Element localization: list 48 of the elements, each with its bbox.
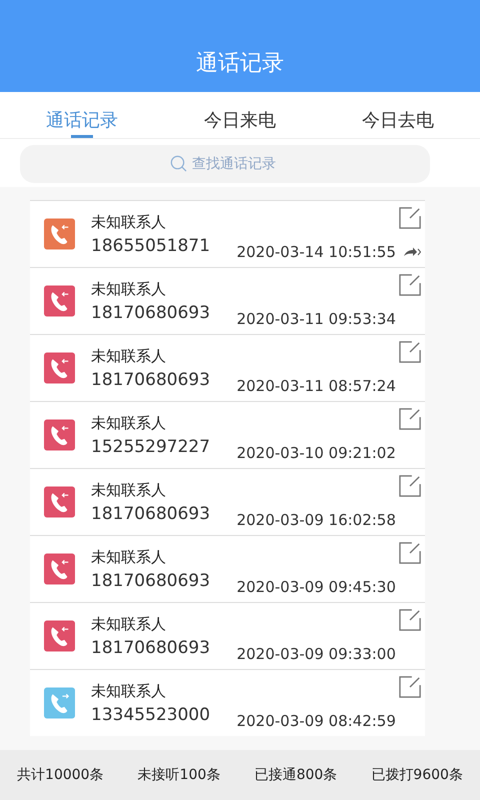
contact-name: 未知联系人 — [91, 212, 168, 232]
tab[interactable]: 今日去电 — [362, 92, 434, 138]
call-time: 2020-03-11 09:53:34 — [236, 310, 396, 328]
call-row[interactable]: 未知联系人 15255297227 2020-03-10 09:21:02 — [30, 401, 425, 468]
contact-name: 未知联系人 — [91, 614, 168, 634]
call-time: 2020-03-09 16:02:58 — [236, 511, 396, 529]
stat-label: 已接通800条 — [254, 766, 338, 784]
contact-name: 未知联系人 — [91, 414, 168, 432]
call-row[interactable]: 未知联系人 18170680693 2020-03-09 16:02:58 — [30, 468, 425, 535]
tab[interactable]: 今日来电 — [204, 92, 276, 138]
search-field[interactable]: 查找通话记录 — [20, 145, 430, 183]
contact-name: 未知联系人 — [91, 346, 168, 366]
contact-name: 未知联系人 — [91, 548, 168, 566]
call-time: 2020-03-14 10:51:55 — [236, 243, 396, 261]
call-time: 2020-03-09 09:45:30 — [236, 578, 396, 596]
contact-name: 未知联系人 — [91, 682, 168, 700]
call-time: 2020-03-11 08:57:24 — [236, 377, 396, 395]
edit-icon[interactable] — [399, 207, 421, 229]
edit-icon[interactable] — [399, 676, 421, 698]
edit-icon[interactable] — [399, 475, 421, 497]
phone-number: 18170680693 — [91, 302, 212, 322]
edit-icon[interactable] — [399, 542, 421, 564]
edit-icon[interactable] — [399, 274, 421, 296]
page-title: 通话记录 — [196, 50, 284, 78]
phone-number: 15255297227 — [91, 436, 212, 456]
edit-icon[interactable] — [399, 341, 421, 363]
call-row[interactable]: 未知联系人 13345523000 2020-03-09 08:42:59 — [30, 669, 425, 736]
phone-number: 18170680693 — [91, 570, 212, 590]
call-time: 2020-03-09 09:33:00 — [236, 645, 396, 663]
call-row[interactable]: 未知联系人 18170680693 2020-03-11 08:57:24 — [30, 334, 425, 401]
phone-number: 18170680693 — [91, 638, 212, 658]
phone-number: 13345523000 — [91, 704, 212, 724]
phone-number: 18170680693 — [91, 504, 212, 524]
phone-number: 18655051871 — [91, 236, 212, 256]
stat-label: 未接听100条 — [138, 766, 220, 784]
call-time: 2020-03-10 09:21:02 — [236, 444, 396, 462]
edit-icon[interactable] — [399, 609, 421, 631]
stat-label: 已拨打9600条 — [371, 766, 463, 784]
call-row[interactable]: 未知联系人 18170680693 2020-03-09 09:45:30 — [30, 535, 425, 602]
contact-name: 未知联系人 — [91, 480, 168, 500]
call-row[interactable]: 未知联系人 18655051871 2020-03-14 10:51:55 — [30, 200, 425, 267]
contact-name: 未知联系人 — [91, 280, 168, 298]
call-row[interactable]: 未知联系人 18170680693 2020-03-09 09:33:00 — [30, 602, 425, 669]
edit-icon[interactable] — [399, 408, 421, 430]
call-time: 2020-03-09 08:42:59 — [236, 712, 396, 730]
phone-number: 18170680693 — [91, 370, 212, 390]
call-row[interactable]: 未知联系人 18170680693 2020-03-11 09:53:34 — [30, 267, 425, 334]
stat-label: 共计10000条 — [17, 766, 104, 784]
